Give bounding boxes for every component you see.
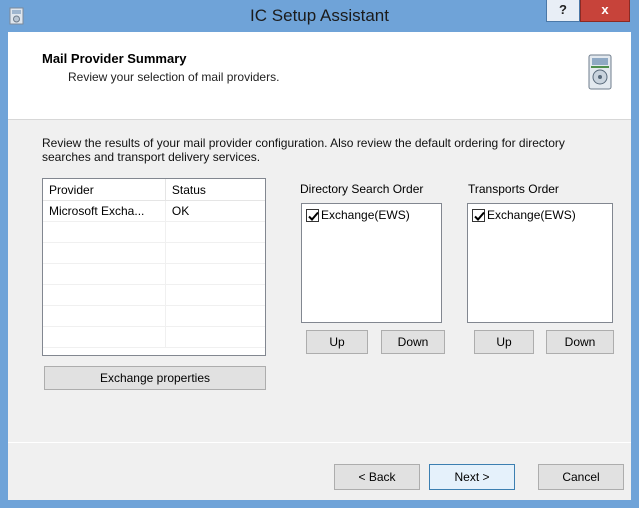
page-subtitle: Review your selection of mail providers. [68, 70, 280, 84]
dialog-client-area: Mail Provider Summary Review your select… [8, 32, 631, 500]
directory-up-button[interactable]: Up [306, 330, 368, 354]
page-title: Mail Provider Summary [42, 51, 187, 66]
exchange-properties-button[interactable]: Exchange properties [44, 366, 266, 390]
list-item[interactable]: Exchange(EWS) [306, 208, 410, 222]
close-button[interactable]: x [580, 0, 630, 22]
install-disk-icon [586, 52, 614, 92]
title-bar[interactable]: IC Setup Assistant ? x [0, 0, 639, 32]
checkmark-icon [308, 211, 319, 221]
list-item[interactable]: Exchange(EWS) [472, 208, 576, 222]
next-button[interactable]: Next > [429, 464, 515, 490]
item-label: Exchange(EWS) [321, 208, 410, 222]
empty-row [43, 264, 265, 285]
cancel-button[interactable]: Cancel [538, 464, 624, 490]
wizard-header: Mail Provider Summary Review your select… [8, 32, 631, 120]
instructions-text: Review the results of your mail provider… [42, 136, 565, 164]
directory-search-label: Directory Search Order [300, 182, 424, 196]
help-button[interactable]: ? [546, 0, 580, 22]
footer-separator [8, 442, 631, 443]
checkmark-icon [474, 211, 485, 221]
transports-up-button[interactable]: Up [474, 330, 534, 354]
column-header-provider[interactable]: Provider [43, 179, 166, 200]
empty-row [43, 243, 265, 264]
setup-window: IC Setup Assistant ? x Mail Provider Sum… [0, 0, 639, 508]
directory-down-button[interactable]: Down [381, 330, 445, 354]
empty-row [43, 285, 265, 306]
empty-row [43, 306, 265, 327]
directory-search-list[interactable]: Exchange(EWS) [301, 203, 442, 323]
window-title: IC Setup Assistant [250, 6, 389, 25]
transports-down-button[interactable]: Down [546, 330, 614, 354]
provider-cell: Microsoft Excha... [43, 201, 166, 221]
item-label: Exchange(EWS) [487, 208, 576, 222]
transports-order-list[interactable]: Exchange(EWS) [467, 203, 613, 323]
provider-list[interactable]: Provider Status Microsoft Excha... OK [42, 178, 266, 356]
checkbox[interactable] [472, 208, 485, 222]
empty-row [43, 327, 265, 348]
provider-list-header: Provider Status [43, 179, 265, 201]
transports-order-label: Transports Order [468, 182, 559, 196]
status-cell: OK [171, 204, 190, 218]
table-row[interactable]: Microsoft Excha... OK [43, 201, 265, 222]
column-header-status[interactable]: Status [166, 179, 265, 200]
back-button[interactable]: < Back [334, 464, 420, 490]
checkbox[interactable] [306, 208, 319, 222]
empty-row [43, 222, 265, 243]
